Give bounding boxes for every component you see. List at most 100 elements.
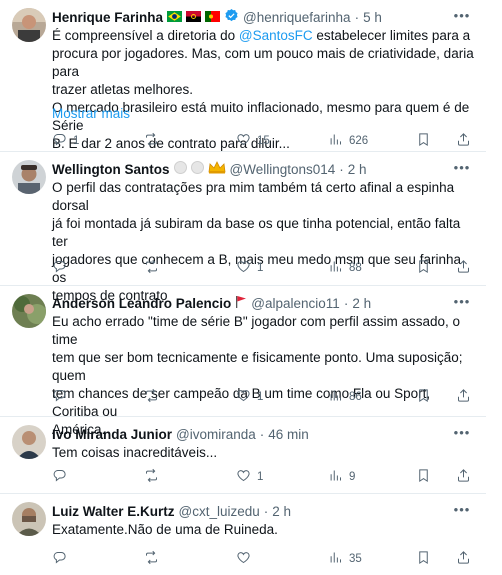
author-handle[interactable]: @Wellingtons014	[230, 161, 336, 179]
retweets-button[interactable]	[144, 259, 165, 277]
reply-icon	[52, 550, 67, 568]
author-name[interactable]: Anderson Leandro Palencio	[52, 295, 231, 313]
views-count: 35	[349, 553, 362, 565]
avatar[interactable]	[12, 425, 46, 459]
heart-icon	[236, 550, 251, 568]
views-count: 88	[349, 262, 362, 274]
timestamp[interactable]: 2 h	[272, 503, 291, 521]
views-button[interactable]: 86	[328, 388, 362, 406]
portugal-flag-icon	[205, 9, 221, 27]
reply-feed: Henrique Farinha @henriquefarinha · 5 h …	[0, 0, 502, 575]
bookmark-button[interactable]	[416, 388, 431, 406]
timestamp[interactable]: 2 h	[352, 295, 371, 313]
avatar[interactable]	[12, 294, 46, 328]
author-handle[interactable]: @ivomiranda	[176, 426, 256, 444]
timestamp[interactable]: 5 h	[363, 9, 382, 27]
bookmark-button[interactable]	[416, 468, 431, 486]
tweet[interactable]: Anderson Leandro Palencio @alpalencio11 …	[0, 286, 486, 437]
bookmark-button[interactable]	[416, 550, 431, 568]
author-name[interactable]: Luiz Walter E.Kurtz	[52, 503, 175, 521]
views-icon	[328, 259, 343, 277]
retweets-button[interactable]	[144, 132, 165, 150]
retweet-icon	[144, 550, 159, 568]
separator: ·	[263, 504, 269, 519]
retweets-button[interactable]	[144, 468, 165, 486]
likes-button[interactable]: 1	[236, 259, 263, 277]
heart-icon	[236, 132, 251, 150]
action-bar: 1 15 626	[52, 132, 472, 150]
verified-badge-icon	[224, 8, 239, 28]
likes-button[interactable]	[236, 550, 257, 568]
more-icon[interactable]: •••	[452, 9, 472, 27]
tweet-header: Anderson Leandro Palencio @alpalencio11 …	[52, 295, 456, 313]
likes-button[interactable]: 1	[236, 388, 263, 406]
more-icon[interactable]: •••	[452, 161, 472, 179]
retweet-icon	[144, 388, 159, 406]
text-line: trazer atletas melhores.	[52, 82, 194, 97]
avatar[interactable]	[12, 160, 46, 194]
tweet[interactable]: Ivo Miranda Junior @ivomiranda · 46 min …	[0, 417, 486, 494]
share-button[interactable]	[456, 259, 471, 277]
tweet[interactable]: Wellington Santos @Wellingtons014 · 2 h …	[0, 152, 486, 303]
bookmark-icon	[416, 550, 431, 568]
replies-button[interactable]	[52, 468, 73, 486]
action-bar: 19	[52, 468, 472, 486]
share-button[interactable]	[456, 550, 471, 568]
views-button[interactable]: 9	[328, 468, 355, 486]
share-button[interactable]	[456, 132, 471, 150]
retweet-icon	[144, 132, 159, 150]
show-more-link[interactable]: Mostrar mais	[52, 106, 130, 121]
likes-count: 1	[257, 391, 264, 403]
author-handle[interactable]: @henriquefarinha	[243, 9, 351, 27]
replies-button[interactable]	[52, 550, 73, 568]
more-icon[interactable]: •••	[452, 503, 472, 521]
tweet-header: Henrique Farinha @henriquefarinha · 5 h	[52, 8, 456, 28]
text-line: Tem coisas inacreditáveis...	[52, 445, 218, 460]
separator: ·	[354, 10, 360, 25]
retweets-button[interactable]	[144, 388, 165, 406]
more-icon[interactable]: •••	[452, 426, 472, 444]
text-line: Eu acho errado "time de série B" jogador…	[52, 314, 461, 347]
views-button[interactable]: 626	[328, 132, 368, 150]
crown-emoji-icon	[208, 161, 226, 179]
text-line: tem que ser bom tecnicamente e fisicamen…	[52, 350, 463, 383]
bookmark-button[interactable]	[416, 132, 431, 150]
likes-button[interactable]: 1	[236, 468, 263, 486]
bookmark-button[interactable]	[416, 259, 431, 277]
share-icon	[456, 550, 471, 568]
text-line: O perfil das contratações pra mim também…	[52, 180, 455, 213]
likes-button[interactable]: 15	[236, 132, 270, 150]
author-handle[interactable]: @alpalencio11	[251, 295, 340, 313]
bookmark-icon	[416, 468, 431, 486]
tweet[interactable]: Luiz Walter E.Kurtz @cxt_luizedu · 2 h •…	[0, 494, 486, 575]
author-name[interactable]: Henrique Farinha	[52, 9, 163, 27]
likes-count: 1	[257, 471, 264, 483]
timestamp[interactable]: 2 h	[348, 161, 367, 179]
avatar[interactable]	[12, 502, 46, 536]
tweet[interactable]: Henrique Farinha @henriquefarinha · 5 h …	[0, 0, 486, 152]
text-line: procura por jogadores. Mas, com um pouco…	[52, 46, 474, 79]
circle-emoji-icon	[190, 161, 204, 179]
views-button[interactable]: 88	[328, 259, 362, 277]
share-button[interactable]	[456, 468, 471, 486]
replies-button[interactable]	[52, 388, 73, 406]
views-icon	[328, 388, 343, 406]
bookmark-icon	[416, 259, 431, 277]
tweet-header: Ivo Miranda Junior @ivomiranda · 46 min	[52, 426, 456, 444]
avatar[interactable]	[12, 8, 46, 42]
views-button[interactable]: 35	[328, 550, 362, 568]
more-icon[interactable]: •••	[452, 295, 472, 313]
author-handle[interactable]: @cxt_luizedu	[179, 503, 260, 521]
mention-link[interactable]: @SantosFC	[239, 28, 313, 43]
share-button[interactable]	[456, 388, 471, 406]
bookmark-icon	[416, 132, 431, 150]
timestamp[interactable]: 46 min	[268, 426, 309, 444]
author-name[interactable]: Wellington Santos	[52, 161, 170, 179]
retweets-button[interactable]	[144, 550, 165, 568]
reply-icon	[52, 468, 67, 486]
author-name[interactable]: Ivo Miranda Junior	[52, 426, 172, 444]
replies-button[interactable]: 1	[52, 132, 79, 150]
replies-button[interactable]	[52, 259, 73, 277]
separator: ·	[259, 427, 265, 442]
action-bar: 35	[52, 550, 472, 568]
